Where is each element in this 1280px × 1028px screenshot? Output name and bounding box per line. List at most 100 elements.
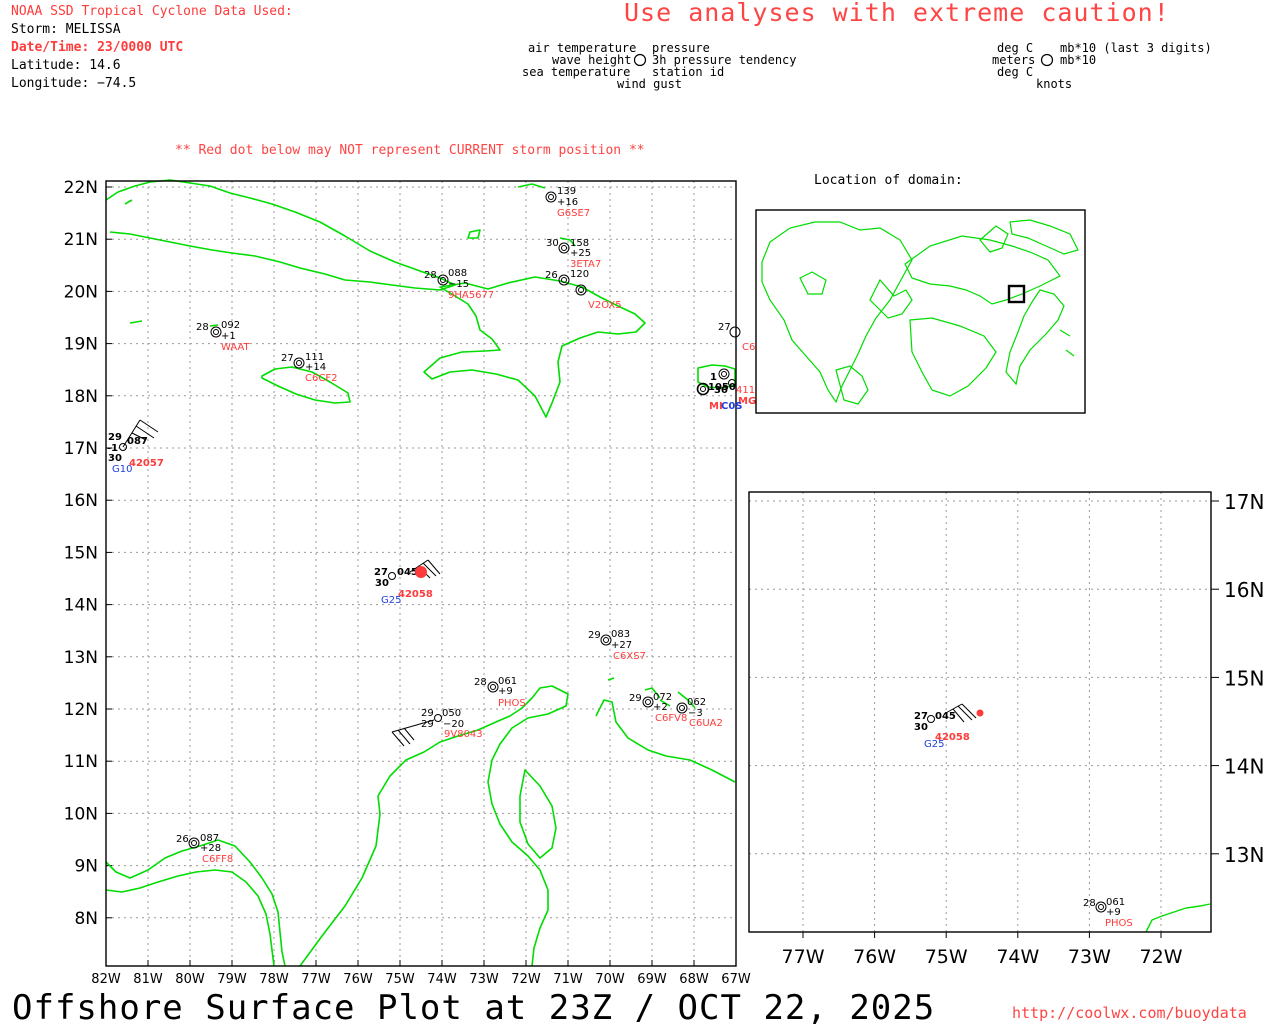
station-id: 42057 [129,458,164,469]
station-id: 9V8043 [444,729,483,740]
storm-position-dot[interactable] [415,566,427,578]
coast-bahamas-4 [124,199,133,205]
station-id: C6FV8 [655,713,687,724]
lon-tick-label: 69W [637,972,667,987]
station-marker[interactable]: 26 087 +28 C6FF8 [176,833,233,865]
zoom-map-grid [749,492,1219,938]
station-id: C6XS7 [613,651,646,662]
lat-tick-label: 16N [1224,578,1264,602]
station-temperature: 29 [108,432,122,443]
lon-tick-label: 74W [427,972,457,987]
station-pressure: 092 [221,320,240,331]
station-pressure: 050 [442,708,461,719]
station-tendency: +2 [653,702,668,713]
station-temperature: 30 [108,453,122,464]
coast-south-america [299,685,569,967]
station-temperature: 28 [474,677,487,688]
station-label-fragment: C0S [721,401,743,412]
lat-tick-label: 9N [74,857,98,877]
station-pressure: 120 [570,269,589,280]
station-temperature: 30 [914,722,928,733]
station-marker[interactable]: 29 050 29 −20 9V8043 [391,708,483,747]
lat-tick-label: 19N [64,335,98,355]
station-tendency: +27 [611,640,632,651]
lat-tick-label: 22N [64,178,98,198]
station-id: V2OX5 [588,300,622,311]
coast-central-america [105,839,286,967]
station-tendency: +16 [557,197,578,208]
station-pressure: 062 [687,697,706,708]
station-id: G25 [381,595,401,606]
station-temperature: 27 [718,322,731,333]
station-temperature: 28 [196,322,209,333]
station-marker[interactable]: 28 092 +1 WAAT [196,320,251,353]
coast-cuba [105,179,456,291]
station-marker[interactable]: 30 158 +25 3ETA7 [546,238,601,270]
station-temperature: 29 [629,693,642,704]
zoom-lon-labels: 77W 76W 75W 74W 73W 72W [782,946,1183,968]
lon-tick-label: 75W [925,946,968,968]
station-temperature: 27 [914,711,928,722]
station-temperature: 28 [424,270,437,281]
zoom-storm-position-dot[interactable] [976,709,984,717]
zoom-station-phos[interactable]: 28 061 +9 PHOS [1083,897,1133,929]
station-tendency: +25 [570,248,591,259]
lat-tick-label: 17N [64,439,98,459]
station-marker[interactable]: 29 072 +2 C6FV8 [629,692,687,724]
lon-tick-label: 71W [553,972,583,987]
lon-tick-label: 76W [853,946,896,968]
station-temperature: 29 [588,630,601,641]
lat-tick-label: 15N [1224,666,1264,690]
lon-tick-label: 82W [91,972,121,987]
station-label-fragment: 30 [714,385,728,396]
lon-tick-label: 68W [679,972,709,987]
zoom-lat-labels: 17N 16N 15N 14N 13N [1224,490,1264,867]
station-marker[interactable]: 28 061 +9 PHOS [474,676,526,709]
lat-tick-label: 18N [64,387,98,407]
station-marker[interactable]: 29 083 +27 C6XS7 [588,629,646,662]
main-lat-labels: 22N 21N 20N 19N 18N 17N 16N 15N 14N 13N 12N 11N 10N 9… [64,178,98,929]
lon-tick-label: 81W [133,972,163,987]
station-pressure: 088 [448,268,467,279]
coast-bahamas-2 [467,229,481,239]
station-tendency: +1 [221,331,236,342]
lon-tick-label: 74W [996,946,1039,968]
lon-tick-label: 75W [385,972,415,987]
station-id: 9HA5677 [448,290,494,301]
station-id: C6UA2 [689,718,723,729]
buoy-42058[interactable]: 27 045 30 42058 G25 [374,559,441,606]
coast-bahamas-1 [517,183,546,189]
lat-tick-label: 20N [64,282,98,302]
station-temperature: 30 [375,578,389,589]
station-pressure: 083 [611,629,630,640]
lat-tick-label: 8N [74,909,98,929]
lat-tick-label: 14N [64,596,98,616]
station-marker[interactable]: 139 +16 G6SE7 [545,186,590,219]
lat-tick-label: 14N [1224,755,1264,779]
station-id: PHOS [498,698,526,709]
main-lon-labels: 82W 81W 80W 79W 78W 77W 76W 75W 74W 73W 72W 71W 70W 6… [91,972,751,987]
station-marker[interactable]: 062 −3 C6UA2 [676,697,723,729]
zoom-buoy-42058[interactable]: 27 045 30 42058 G25 [914,703,977,750]
credit-link[interactable]: http://coolwx.com/buoydata [1012,1004,1247,1022]
inset-title: Location of domain: [814,173,963,188]
station-pressure: 139 [557,186,576,197]
lon-tick-label: 79W [217,972,247,987]
lat-tick-label: 13N [1224,843,1264,867]
station-id: G10 [112,464,132,475]
lon-tick-label: 80W [175,972,205,987]
lon-tick-label: 73W [1068,946,1111,968]
coast-lake-maracaibo [519,769,557,859]
lon-tick-label: 78W [259,972,289,987]
lon-tick-label: 70W [595,972,625,987]
inset-world-map [755,209,1086,414]
station-tendency: +9 [498,686,513,697]
station-id: WAAT [221,342,251,353]
station-temperature: 29 [421,708,434,719]
lon-tick-label: 77W [782,946,825,968]
station-id: G25 [924,739,944,750]
zoom-coastline [1145,903,1211,933]
station-id: G6SE7 [557,208,590,219]
lat-tick-label: 17N [1224,490,1264,514]
lat-tick-label: 16N [64,491,98,511]
